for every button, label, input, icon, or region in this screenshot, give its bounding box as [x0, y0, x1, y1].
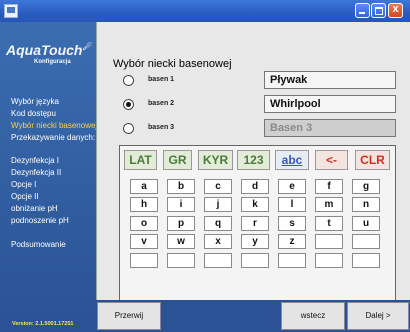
key-m[interactable]: m	[315, 197, 343, 212]
key-y[interactable]: y	[241, 234, 269, 249]
key-f[interactable]: f	[315, 179, 343, 194]
key-i[interactable]: i	[167, 197, 195, 212]
sidebar: AquaTouch☄ Konfiguracja Wybór języka Kod…	[0, 22, 97, 332]
keyboard-numeric-mode-button[interactable]: 123	[237, 150, 270, 170]
key-n[interactable]: n	[352, 197, 380, 212]
minimize-button[interactable]	[355, 3, 370, 18]
key-t[interactable]: t	[315, 216, 343, 231]
key-h[interactable]: h	[130, 197, 158, 212]
next-button[interactable]: Dalej >	[347, 302, 409, 330]
sidebar-item-disinfection-2[interactable]: Dezynfekcja II	[11, 168, 61, 177]
keyboard-kyr-mode-button[interactable]: KYR	[198, 150, 233, 170]
keyboard-lat-mode-button[interactable]: LAT	[124, 150, 157, 170]
back-button[interactable]: wstecz	[281, 302, 345, 330]
backspace-button[interactable]: <-	[315, 150, 348, 170]
pool-2-name-field[interactable]: Whirlpool	[264, 95, 396, 113]
pool-3-radio[interactable]	[123, 123, 134, 134]
pool-2-radio[interactable]	[123, 99, 134, 110]
key-a[interactable]: a	[130, 179, 158, 194]
app-icon[interactable]	[4, 4, 18, 18]
pool-3-label: basen 3	[148, 124, 175, 131]
sidebar-item-pool-select[interactable]: Wybór niecki basenowej	[11, 121, 97, 130]
close-icon: x	[392, 3, 399, 15]
key-o[interactable]: o	[130, 216, 158, 231]
skip-button[interactable]: Przerwij	[97, 302, 161, 330]
key-blank[interactable]	[352, 234, 380, 249]
sidebar-item-ph-lower[interactable]: obniżanie pH	[11, 204, 58, 213]
key-u[interactable]: u	[352, 216, 380, 231]
pool-2-label: basen 2	[148, 100, 175, 107]
key-blank[interactable]	[204, 253, 232, 268]
key-g[interactable]: g	[352, 179, 380, 194]
key-x[interactable]: x	[204, 234, 232, 249]
key-w[interactable]: w	[167, 234, 195, 249]
key-blank[interactable]	[167, 253, 195, 268]
key-s[interactable]: s	[278, 216, 306, 231]
keyboard-gr-mode-button[interactable]: GR	[163, 150, 192, 170]
key-p[interactable]: p	[167, 216, 195, 231]
version-label: Version: 2.1.5001.17251	[12, 321, 74, 327]
sidebar-item-disinfection-1[interactable]: Dezynfekcja I	[11, 156, 59, 165]
key-k[interactable]: k	[241, 197, 269, 212]
key-c[interactable]: c	[204, 179, 232, 194]
key-r[interactable]: r	[241, 216, 269, 231]
key-blank[interactable]	[278, 253, 306, 268]
sidebar-item-data-transfer[interactable]: Przekazywanie danych:	[11, 133, 95, 142]
maximize-button[interactable]	[371, 3, 386, 18]
pool-1-label: basen 1	[148, 76, 175, 83]
pool-3-name-field: Basen 3	[264, 119, 396, 137]
key-blank[interactable]	[315, 234, 343, 249]
clear-button[interactable]: CLR	[355, 150, 390, 170]
sidebar-item-summary[interactable]: Podsumowanie	[11, 240, 66, 249]
keyboard-lowercase-mode-button[interactable]: abc	[275, 150, 309, 170]
pool-1-radio[interactable]	[123, 75, 134, 86]
sidebar-item-ph-raise[interactable]: podnoszenie pH	[11, 216, 69, 225]
key-q[interactable]: q	[204, 216, 232, 231]
sidebar-item-options-2[interactable]: Opcje II	[11, 192, 39, 201]
key-e[interactable]: e	[278, 179, 306, 194]
app-logo: AquaTouch☄	[6, 42, 91, 58]
key-blank[interactable]	[352, 253, 380, 268]
page-title: Wybór niecki basenowej	[113, 58, 232, 70]
sidebar-item-access-code[interactable]: Kod dostępu	[11, 109, 56, 118]
key-blank[interactable]	[241, 253, 269, 268]
close-button[interactable]: x	[388, 3, 403, 18]
key-l[interactable]: l	[278, 197, 306, 212]
sidebar-item-language[interactable]: Wybór języka	[11, 97, 59, 106]
key-d[interactable]: d	[241, 179, 269, 194]
sidebar-item-options-1[interactable]: Opcje I	[11, 180, 36, 189]
key-v[interactable]: v	[130, 234, 158, 249]
main-panel: Wybór niecki basenowej basen 1 Pływak ba…	[96, 22, 410, 332]
logo-subtitle: Konfiguracja	[34, 59, 71, 65]
on-screen-keyboard: LAT GR KYR 123 abc <- CLR a b c d e f g …	[119, 145, 396, 306]
key-b[interactable]: b	[167, 179, 195, 194]
key-j[interactable]: j	[204, 197, 232, 212]
title-bar: x	[0, 0, 410, 22]
key-z[interactable]: z	[278, 234, 306, 249]
key-blank[interactable]	[130, 253, 158, 268]
key-blank[interactable]	[315, 253, 343, 268]
pool-1-name-field[interactable]: Pływak	[264, 71, 396, 89]
